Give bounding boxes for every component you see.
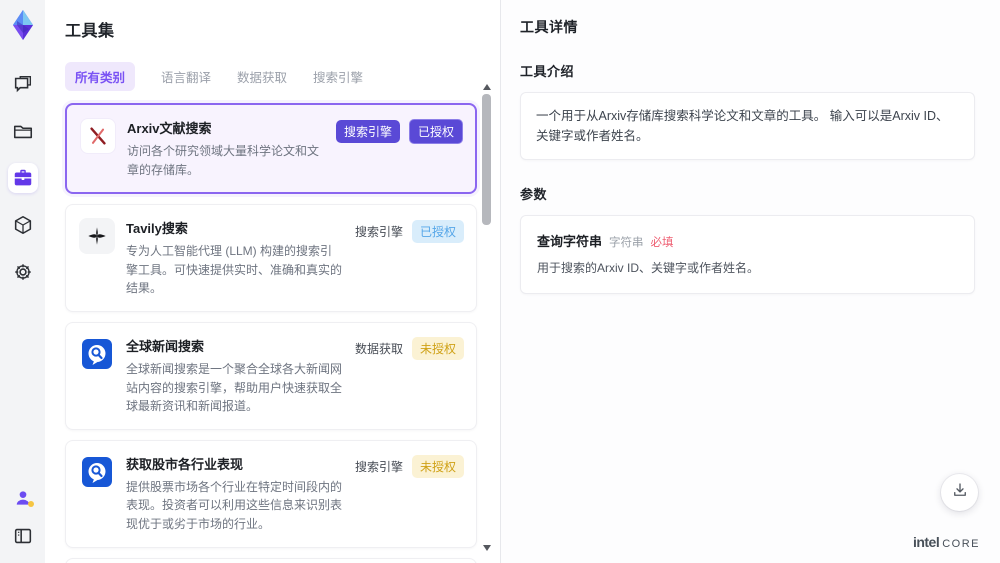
- tab-data-fetch[interactable]: 数据获取: [237, 67, 287, 86]
- scroll-down-arrow-icon[interactable]: [483, 545, 491, 551]
- tool-desc: 全球新闻搜索是一个聚合全球各大新闻网站内容的搜索引擎，帮助用户快速获取全球最新资…: [126, 361, 343, 414]
- intel-core-logo: intel CORE: [913, 534, 980, 550]
- status-badge: 已授权: [411, 219, 464, 243]
- sidebar-item-chat[interactable]: [8, 69, 38, 99]
- scrollbar-thumb[interactable]: [482, 94, 491, 225]
- param-desc: 用于搜索的Arxiv ID、关键字或作者姓名。: [537, 261, 760, 275]
- category-label: 搜索引擎: [354, 460, 403, 475]
- param-type: 字符串: [609, 237, 644, 249]
- category-label: 搜索引擎: [354, 224, 403, 239]
- param-name: 查询字符串: [537, 234, 603, 249]
- tavily-icon: [79, 218, 115, 255]
- tool-desc: 提供股票市场各个行业在特定时间段内的表现。投资者可以利用这些信息来识别表现优于或…: [126, 479, 343, 531]
- sidebar-item-files[interactable]: [8, 116, 38, 146]
- tool-details-panel: 工具详情 工具介绍 一个用于从Arxiv存储库搜索科学论文和文章的工具。 输入可…: [500, 0, 1000, 563]
- sidebar-item-settings[interactable]: [8, 257, 38, 287]
- tool-card-most-active-stocks[interactable]: 获取市场最活跃股票信息 提供当天交易量最高的股票列表。投资者可以利用这些信息来识…: [65, 557, 477, 563]
- app-window: 工具集 所有类别 语言翻译 数据获取 搜索引擎 Arxiv文献搜索 访问各个研究…: [0, 0, 1000, 563]
- sidebar-item-account[interactable]: [8, 483, 38, 513]
- tool-desc: 专为人工智能代理 (LLM) 构建的搜索引擎工具。可快速提供实时、准确和真实的结…: [126, 244, 343, 296]
- sidebar-item-packages[interactable]: [8, 210, 38, 240]
- tool-card-sector-performance[interactable]: 获取股市各行业表现 提供股票市场各个行业在特定时间段内的表现。投资者可以利用这些…: [65, 439, 477, 548]
- tool-name: Arxiv文献搜索: [127, 121, 212, 136]
- param-card: 查询字符串 字符串 必填 用于搜索的Arxiv ID、关键字或作者姓名。: [520, 215, 975, 294]
- scroll-up-arrow-icon[interactable]: [483, 84, 491, 90]
- panel-icon: [12, 525, 34, 547]
- param-required-flag: 必填: [650, 237, 674, 249]
- chat-icon: [12, 73, 34, 95]
- left-rail: [0, 0, 45, 563]
- tool-list-panel: 工具集 所有类别 语言翻译 数据获取 搜索引擎 Arxiv文献搜索 访问各个研究…: [45, 0, 500, 563]
- details-title: 工具详情: [520, 19, 578, 35]
- params-heading: 参数: [520, 187, 548, 202]
- intro-text: 一个用于从Arxiv存储库搜索科学论文和文章的工具。 输入可以是Arxiv ID…: [536, 109, 949, 143]
- tool-name: 获取股市各行业表现: [126, 456, 244, 472]
- tool-card-arxiv[interactable]: Arxiv文献搜索 访问各个研究领域大量科学论文和文章的存储库。 搜索引擎 已授…: [65, 103, 477, 195]
- news-search-icon: [79, 336, 115, 372]
- app-logo-icon: [5, 7, 41, 43]
- tool-card-tavily[interactable]: Tavily搜索 专为人工智能代理 (LLM) 构建的搜索引擎工具。可快速提供实…: [65, 204, 477, 312]
- intro-card: 一个用于从Arxiv存储库搜索科学论文和文章的工具。 输入可以是Arxiv ID…: [520, 92, 975, 160]
- briefcase-icon: [12, 167, 34, 189]
- arxiv-icon: [80, 118, 116, 154]
- scrollbar[interactable]: [482, 84, 491, 551]
- category-label: 数据获取: [354, 342, 403, 357]
- gear-icon: [12, 261, 34, 283]
- tab-language-translation[interactable]: 语言翻译: [161, 67, 211, 86]
- sidebar-item-tools[interactable]: [7, 163, 38, 193]
- status-badge: 未授权: [411, 455, 464, 479]
- cube-icon: [12, 214, 34, 236]
- status-badge: 已授权: [408, 118, 463, 144]
- sidebar-item-collapse[interactable]: [8, 521, 38, 551]
- tab-all-categories[interactable]: 所有类别: [65, 62, 136, 91]
- tool-card-global-news[interactable]: 全球新闻搜索 全球新闻搜索是一个聚合全球各大新闻网站内容的搜索引擎，帮助用户快速…: [65, 321, 477, 430]
- download-icon: [951, 481, 969, 504]
- tool-name: 全球新闻搜索: [126, 338, 205, 354]
- tool-desc: 访问各个研究领域大量科学论文和文章的存储库。: [127, 144, 320, 177]
- folder-icon: [12, 120, 34, 142]
- tab-search-engine[interactable]: 搜索引擎: [313, 67, 363, 86]
- download-button[interactable]: [941, 474, 978, 511]
- page-title: 工具集: [65, 23, 115, 40]
- news-search-icon: [79, 454, 115, 490]
- user-icon: [13, 488, 34, 508]
- category-badge: 搜索引擎: [335, 119, 400, 143]
- intro-heading: 工具介绍: [520, 64, 575, 79]
- category-tabs: 所有类别 语言翻译 数据获取 搜索引擎: [65, 62, 500, 91]
- intel-wordmark: intel: [912, 534, 940, 550]
- status-badge: 未授权: [411, 337, 464, 361]
- core-wordmark: CORE: [942, 538, 980, 550]
- tool-name: Tavily搜索: [126, 221, 188, 237]
- tool-list: Arxiv文献搜索 访问各个研究领域大量科学论文和文章的存储库。 搜索引擎 已授…: [65, 103, 477, 563]
